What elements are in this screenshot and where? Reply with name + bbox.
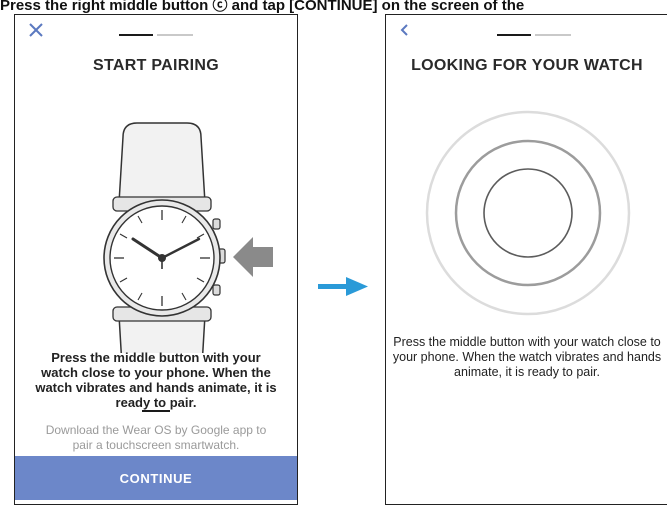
progress-indicator <box>119 34 193 36</box>
close-icon[interactable] <box>25 19 47 41</box>
pointer-arrow-icon <box>233 237 273 277</box>
searching-animation <box>425 110 631 316</box>
instruction-text: Press the middle button with your watch … <box>392 335 662 379</box>
arrow-right-icon <box>318 277 368 296</box>
page-title: LOOKING FOR YOUR WATCH <box>411 57 643 74</box>
instruction-caption: Press the right middle button ⓒ and tap … <box>0 0 525 14</box>
page-title: START PAIRING <box>93 57 219 74</box>
secondary-text: Download the Wear OS by Google app to pa… <box>45 423 267 452</box>
continue-button[interactable]: CONTINUE <box>15 456 297 500</box>
watch-illustration <box>103 122 273 353</box>
looking-for-watch-screen: LOOKING FOR YOUR WATCH Press the middle … <box>385 14 667 505</box>
chevron-left-icon[interactable] <box>394 19 416 41</box>
instruction-text: Press the middle button with your watch … <box>35 350 277 410</box>
divider <box>142 410 170 412</box>
start-pairing-screen: START PAIRING Press the middle button wi… <box>14 14 298 505</box>
progress-indicator <box>497 34 571 36</box>
